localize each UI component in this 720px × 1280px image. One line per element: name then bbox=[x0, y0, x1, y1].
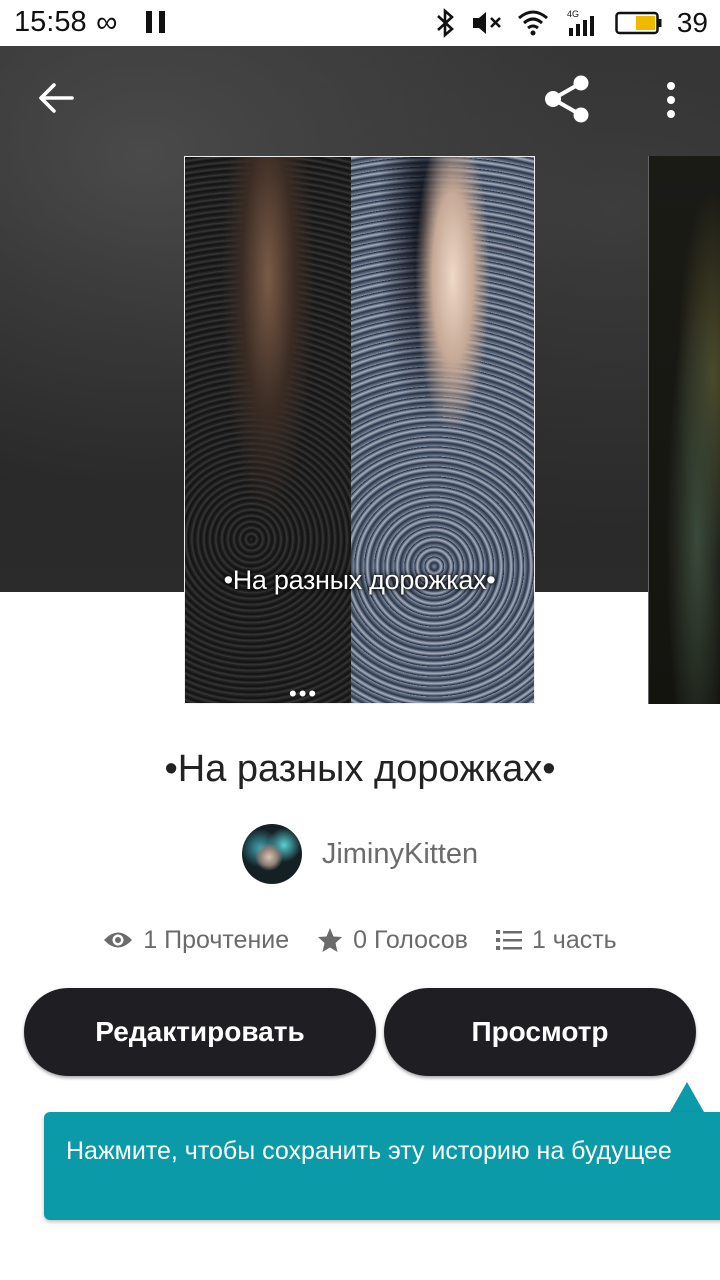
author-name[interactable]: JiminyKitten bbox=[322, 838, 478, 871]
share-icon[interactable] bbox=[543, 75, 591, 123]
infinity-icon: ∞ bbox=[96, 6, 118, 39]
status-bar: 15:58 ∞ 4G 39 bbox=[0, 0, 720, 46]
eye-icon bbox=[104, 932, 133, 948]
stat-parts: 1 часть bbox=[495, 925, 617, 955]
signal-4g-icon: 4G bbox=[567, 9, 594, 36]
tooltip-text: Нажмите, чтобы сохранить эту историю на … bbox=[66, 1137, 672, 1165]
mute-icon bbox=[472, 12, 501, 34]
author-row[interactable]: JiminyKitten bbox=[0, 824, 720, 884]
story-cover[interactable]: •На разных дорожках• ••• bbox=[184, 156, 535, 704]
wifi-icon bbox=[517, 10, 548, 36]
cover-right-photo bbox=[351, 157, 534, 703]
star-icon bbox=[318, 928, 343, 952]
save-story-tooltip[interactable]: Нажмите, чтобы сохранить эту историю на … bbox=[44, 1112, 720, 1220]
story-title: •На разных дорожках• bbox=[164, 748, 556, 790]
cover-left-photo bbox=[185, 157, 351, 703]
story-stats: 1 Прочтение 0 Голосов 1 часть bbox=[0, 922, 720, 958]
more-vertical-icon[interactable] bbox=[660, 82, 682, 118]
stat-parts-label: 1 часть bbox=[531, 925, 617, 954]
stat-votes: 0 Голосов bbox=[317, 926, 468, 955]
next-story-cover[interactable] bbox=[648, 156, 720, 704]
pause-icon bbox=[146, 11, 166, 33]
stat-reads: 1 Прочтение bbox=[103, 926, 289, 955]
battery-level: 39 bbox=[676, 7, 708, 38]
view-button[interactable]: Просмотр bbox=[384, 988, 696, 1076]
cover-overlay-title: •На разных дорожках• bbox=[223, 565, 496, 595]
edit-button[interactable]: Редактировать bbox=[24, 988, 376, 1076]
tooltip-arrow bbox=[670, 1082, 704, 1112]
battery-icon bbox=[615, 11, 662, 35]
cover-overlay-dots: ••• bbox=[289, 681, 319, 704]
svg-text:4G: 4G bbox=[567, 9, 579, 19]
arrow-left-icon[interactable] bbox=[38, 80, 74, 116]
status-time: 15:58 bbox=[14, 6, 87, 38]
status-icons: 4G 39 bbox=[435, 0, 708, 46]
bluetooth-icon bbox=[436, 8, 454, 38]
avatar[interactable] bbox=[241, 824, 302, 884]
stat-votes-label: 0 Голосов bbox=[353, 925, 468, 954]
list-icon bbox=[495, 930, 522, 950]
stat-reads-label: 1 Прочтение bbox=[143, 925, 290, 954]
